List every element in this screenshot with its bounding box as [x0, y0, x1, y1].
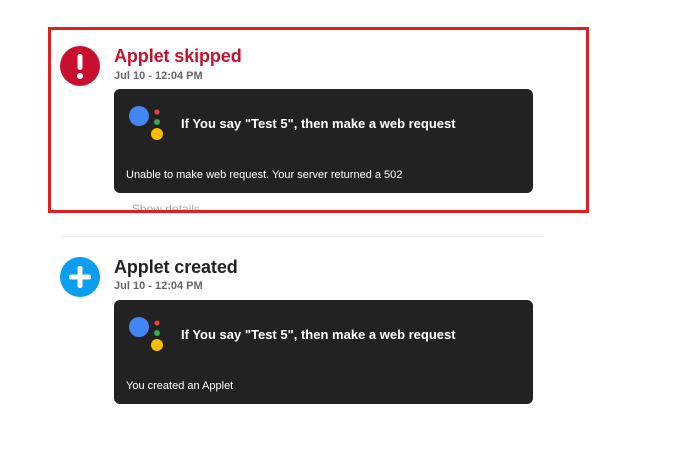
plus-icon [60, 257, 100, 297]
google-assistant-icon [128, 313, 168, 353]
event-timestamp: Jul 10 - 12:04 PM [114, 280, 203, 292]
activity-event-created: Applet created Jul 10 - 12:04 PM If You … [0, 237, 692, 464]
applet-card[interactable]: If You say "Test 5", then make a web req… [114, 300, 533, 404]
event-message: You created an Applet [126, 380, 234, 392]
event-title: Applet created [114, 257, 238, 277]
applet-title: If You say "Test 5", then make a web req… [181, 327, 456, 342]
highlight-annotation-box [48, 27, 589, 213]
